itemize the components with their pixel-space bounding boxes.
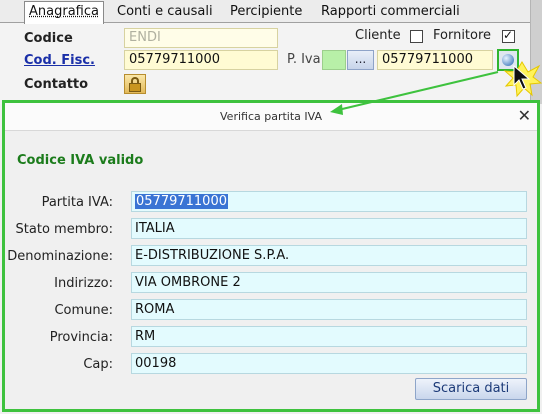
codfisc-label[interactable]: Cod. Fisc. xyxy=(24,53,95,68)
codice-label: Codice xyxy=(24,31,73,46)
cap-label: Cap: xyxy=(83,357,113,372)
partita-iva-label: Partita IVA: xyxy=(41,195,113,210)
stato-membro-field[interactable]: ITALIA xyxy=(131,218,527,239)
indirizzo-field[interactable]: VIA OMBRONE 2 xyxy=(131,272,527,293)
tab-anagrafica[interactable]: Anagrafica xyxy=(24,1,104,24)
piva-lookup-button[interactable]: ... xyxy=(347,50,374,70)
piva-label: P. Iva xyxy=(287,52,321,67)
close-icon[interactable]: ✕ xyxy=(518,106,531,125)
provincia-field[interactable]: RM xyxy=(131,326,527,347)
partita-iva-value: 05779711000 xyxy=(135,194,228,209)
cap-field[interactable]: 00198 xyxy=(131,353,527,374)
tab-bar: Anagrafica Conti e causali Percipiente R… xyxy=(0,0,542,24)
comune-label: Comune: xyxy=(54,303,113,318)
partita-iva-field[interactable]: 05779711000 xyxy=(131,191,527,212)
denominazione-label: Denominazione: xyxy=(7,249,113,264)
indirizzo-label: Indirizzo: xyxy=(54,276,113,291)
piva-field[interactable]: 05779711000 xyxy=(377,50,493,70)
codfisc-field[interactable]: 05779711000 xyxy=(124,50,278,70)
valid-message: Codice IVA valido xyxy=(17,153,144,168)
fornitore-label: Fornitore xyxy=(433,28,492,43)
comune-field[interactable]: ROMA xyxy=(131,299,527,320)
lock-button[interactable] xyxy=(124,74,146,94)
fornitore-checkbox[interactable] xyxy=(502,28,515,43)
verify-vat-button[interactable] xyxy=(497,49,519,71)
provincia-label: Provincia: xyxy=(49,330,113,345)
stato-membro-label: Stato membro: xyxy=(15,222,113,237)
dialog-title: Verifica partita IVA xyxy=(220,110,322,123)
lock-icon-body xyxy=(129,83,141,92)
dialog-titlebar: Verifica partita IVA ✕ xyxy=(5,103,537,131)
cliente-checkbox[interactable] xyxy=(410,30,423,43)
contatto-label: Contatto xyxy=(24,77,89,92)
scrollbar[interactable] xyxy=(530,0,542,104)
download-data-button[interactable]: Scarica dati xyxy=(415,378,527,400)
codfisc-link[interactable]: Cod. Fisc. xyxy=(24,53,95,68)
cliente-label: Cliente xyxy=(355,28,401,43)
tab-percipiente[interactable]: Percipiente xyxy=(226,2,306,23)
codice-field[interactable]: ENDI xyxy=(124,28,278,48)
tab-conti-causali[interactable]: Conti e causali xyxy=(113,2,217,23)
anagrafica-form: Anagrafica Conti e causali Percipiente R… xyxy=(0,0,542,104)
verify-vat-dialog: Verifica partita IVA ✕ Codice IVA valido… xyxy=(2,100,540,412)
denominazione-field[interactable]: E-DISTRIBUZIONE S.P.A. xyxy=(131,245,527,266)
globe-icon xyxy=(502,54,514,66)
piva-country-field[interactable] xyxy=(322,50,346,70)
tab-label: Anagrafica xyxy=(29,4,99,19)
tab-rapporti-commerciali[interactable]: Rapporti commerciali xyxy=(317,2,464,23)
